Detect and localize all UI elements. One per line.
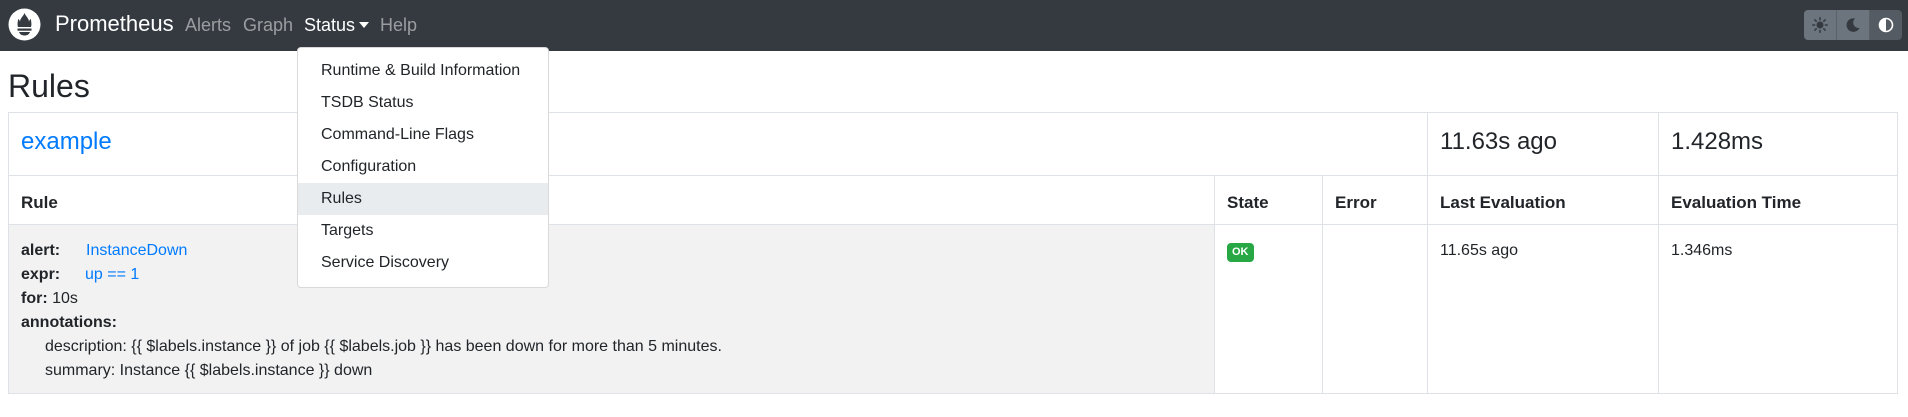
menu-item-configuration[interactable]: Configuration xyxy=(298,151,548,183)
rule-annotations-line: annotations: xyxy=(21,311,722,335)
page-title: Rules xyxy=(8,68,90,104)
header-state: State xyxy=(1227,193,1269,212)
rule-for-value: 10s xyxy=(52,290,78,307)
rule-for-line: for: 10s xyxy=(21,287,722,311)
nav-status-dropdown-toggle[interactable]: Status xyxy=(304,14,370,36)
theme-toggle-group xyxy=(1804,10,1902,40)
group-name-cell: example xyxy=(8,112,1428,176)
nav-status-label: Status xyxy=(304,15,356,35)
annotation-summary: summary: Instance {{ $labels.instance }}… xyxy=(45,362,373,379)
caret-down-icon xyxy=(359,22,370,28)
brand-title[interactable]: Prometheus xyxy=(55,10,174,37)
header-rule: Rule xyxy=(21,193,58,212)
header-rule-cell: Rule xyxy=(8,175,1215,225)
theme-dark-button[interactable] xyxy=(1836,10,1869,40)
header-last-evaluation-cell: Last Evaluation xyxy=(1427,175,1659,225)
menu-item-rules[interactable]: Rules xyxy=(298,183,548,215)
header-error-cell: Error xyxy=(1322,175,1428,225)
status-badge: OK xyxy=(1227,243,1254,262)
sun-icon xyxy=(1812,17,1828,33)
header-error: Error xyxy=(1335,193,1377,212)
group-name-link[interactable]: example xyxy=(21,127,112,157)
group-evaluation-time: 1.428ms xyxy=(1671,128,1764,155)
theme-light-button[interactable] xyxy=(1804,10,1836,40)
status-dropdown-menu: Runtime & Build Information TSDB Status … xyxy=(297,47,549,288)
menu-item-tsdb-status[interactable]: TSDB Status xyxy=(298,87,548,119)
nav-alerts-link[interactable]: Alerts xyxy=(185,14,231,36)
rule-evaluation-time-cell: 1.346ms xyxy=(1658,224,1898,394)
nav-graph-link[interactable]: Graph xyxy=(243,14,293,36)
annotation-description: description: {{ $labels.instance }} of j… xyxy=(45,338,722,355)
rule-expr-link[interactable]: up == 1 xyxy=(85,266,139,283)
group-last-evaluation-cell: 11.63s ago xyxy=(1427,112,1659,176)
group-evaluation-time-cell: 1.428ms xyxy=(1658,112,1898,176)
rule-for-key: for: xyxy=(21,290,48,307)
rule-last-evaluation-cell: 11.65s ago xyxy=(1427,224,1659,394)
rules-table: example 11.63s ago 1.428ms Rule State Er… xyxy=(8,112,1898,394)
theme-auto-button[interactable] xyxy=(1869,10,1902,40)
menu-item-targets[interactable]: Targets xyxy=(298,215,548,247)
rule-state-cell: OK xyxy=(1214,224,1323,394)
rule-evaluation-time: 1.346ms xyxy=(1671,242,1733,259)
menu-item-runtime-build-information[interactable]: Runtime & Build Information xyxy=(298,55,548,87)
rule-definition-cell: alert: InstanceDown expr: up == 1 for: 10s… xyxy=(8,224,1215,394)
rule-last-evaluation: 11.65s ago xyxy=(1440,242,1518,259)
prometheus-logo-icon[interactable] xyxy=(8,8,41,41)
header-evaluation-time-cell: Evaluation Time xyxy=(1658,175,1898,225)
group-last-evaluation: 11.63s ago xyxy=(1440,128,1557,155)
menu-item-command-line-flags[interactable]: Command-Line Flags xyxy=(298,119,548,151)
rule-alert-link[interactable]: InstanceDown xyxy=(86,242,187,259)
moon-icon xyxy=(1846,18,1860,32)
navbar: Prometheus Alerts Graph Status Help xyxy=(0,0,1908,51)
header-evaluation-time: Evaluation Time xyxy=(1671,193,1802,212)
header-last-evaluation: Last Evaluation xyxy=(1440,193,1566,212)
menu-item-service-discovery[interactable]: Service Discovery xyxy=(298,247,548,279)
header-state-cell: State xyxy=(1214,175,1323,225)
half-circle-icon xyxy=(1878,17,1894,33)
nav-help-link[interactable]: Help xyxy=(380,14,417,36)
rule-alert-key: alert: xyxy=(21,242,61,259)
rule-error-cell xyxy=(1322,224,1428,394)
rule-expr-key: expr: xyxy=(21,266,61,283)
rule-annotations-key: annotations: xyxy=(21,314,117,331)
